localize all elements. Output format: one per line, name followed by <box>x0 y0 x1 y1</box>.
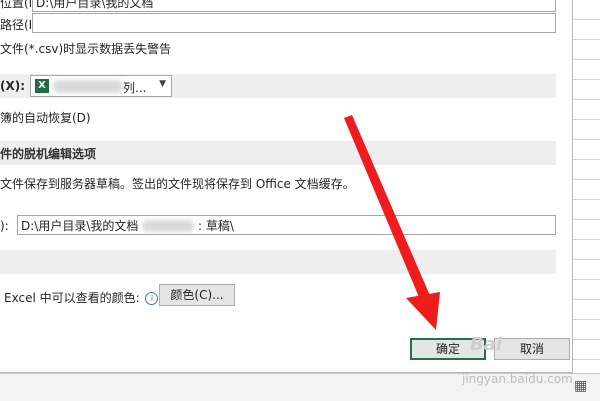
chevron-down-icon: ▼ <box>159 79 166 89</box>
redacted-workbook-name <box>53 80 123 93</box>
drafts-path-suffix: : 草稿\ <box>198 219 234 233</box>
workbook-select[interactable]: X 列... ▼ <box>30 75 172 97</box>
excel-options-dialog: 位置(I): D:\用户目录\我的文档 路径(I): 文件(*.csv)时显示数… <box>0 0 573 373</box>
offline-description: 文件保存到服务器草稿。签出的文件现将保存到 Office 文档缓存。 <box>0 177 355 191</box>
drafts-location-label: ): <box>0 219 9 233</box>
colors-text: Excel 中可以查看的颜色: <box>4 291 140 305</box>
cancel-button[interactable]: 取消 <box>494 338 570 360</box>
offline-section-title: 件的脱机编辑选项 <box>0 147 97 161</box>
location-field[interactable]: D:\用户目录\我的文档 <box>32 0 556 12</box>
redacted-folder-name <box>142 220 195 232</box>
drafts-location-field[interactable]: D:\用户目录\我的文档 : 草稿\ <box>17 215 556 235</box>
path-field[interactable] <box>32 13 556 33</box>
baidu-logo-watermark: Bai <box>470 334 503 355</box>
csv-warning-option[interactable]: 文件(*.csv)时显示数据丢失警告 <box>0 40 171 57</box>
offline-editing-section: 件的脱机编辑选项 <box>0 141 556 165</box>
worksheet-grid-edge <box>573 0 600 400</box>
excel-icon: X <box>35 79 49 93</box>
colors-button[interactable]: 颜色(C)... <box>159 284 235 306</box>
drafts-path-prefix: D:\用户目录\我的文档 <box>21 219 139 233</box>
watermark-url: jingyan.baidu.com <box>462 372 573 386</box>
workbook-select-value: 列... <box>123 81 147 95</box>
preserve-appearance-section <box>0 250 556 274</box>
disable-autorecover-option[interactable]: 簿的自动恢复(D) <box>0 109 91 126</box>
grid-view-icon[interactable]: ▦ <box>574 378 587 394</box>
info-icon: i <box>145 292 159 305</box>
location-field-value: D:\用户目录\我的文档 <box>36 0 154 10</box>
colors-row: Excel 中可以查看的颜色: i <box>4 289 159 306</box>
exceptions-label: (X): <box>0 79 26 93</box>
